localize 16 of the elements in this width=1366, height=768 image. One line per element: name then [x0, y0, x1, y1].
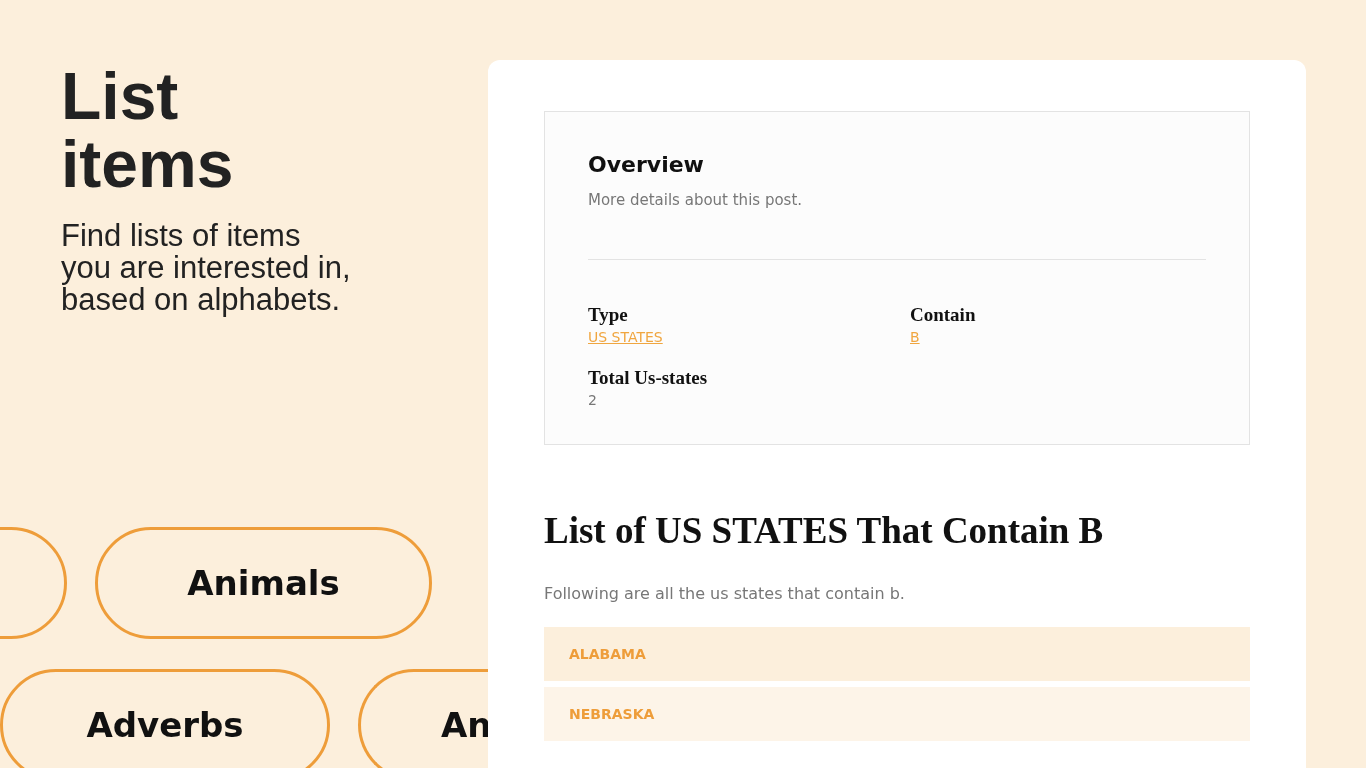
field-label: Contain — [910, 304, 976, 326]
field-label: Total Us-states — [588, 367, 708, 389]
category-pill[interactable]: Animals — [95, 527, 432, 639]
overview-subtitle: More details about this post. — [588, 191, 804, 209]
category-pill[interactable]: Adverbs — [0, 669, 330, 768]
page-subtitle: Find lists of items you are interested in, based on alphabets. — [61, 220, 351, 316]
overview-title: Overview — [588, 152, 705, 177]
list-item[interactable]: NEBRASKA — [544, 687, 1250, 741]
list-item[interactable]: ALABAMA — [544, 627, 1250, 681]
field-value: 2 — [588, 392, 597, 408]
field-link[interactable]: US STATES — [588, 329, 663, 345]
field-label: Type — [588, 304, 628, 326]
field-link[interactable]: B — [910, 329, 920, 345]
intro-text: Following are all the us states that contain b. — [544, 584, 906, 603]
page-title: List items — [61, 62, 234, 198]
list-heading: List of US STATES That Contain B — [544, 509, 1105, 552]
